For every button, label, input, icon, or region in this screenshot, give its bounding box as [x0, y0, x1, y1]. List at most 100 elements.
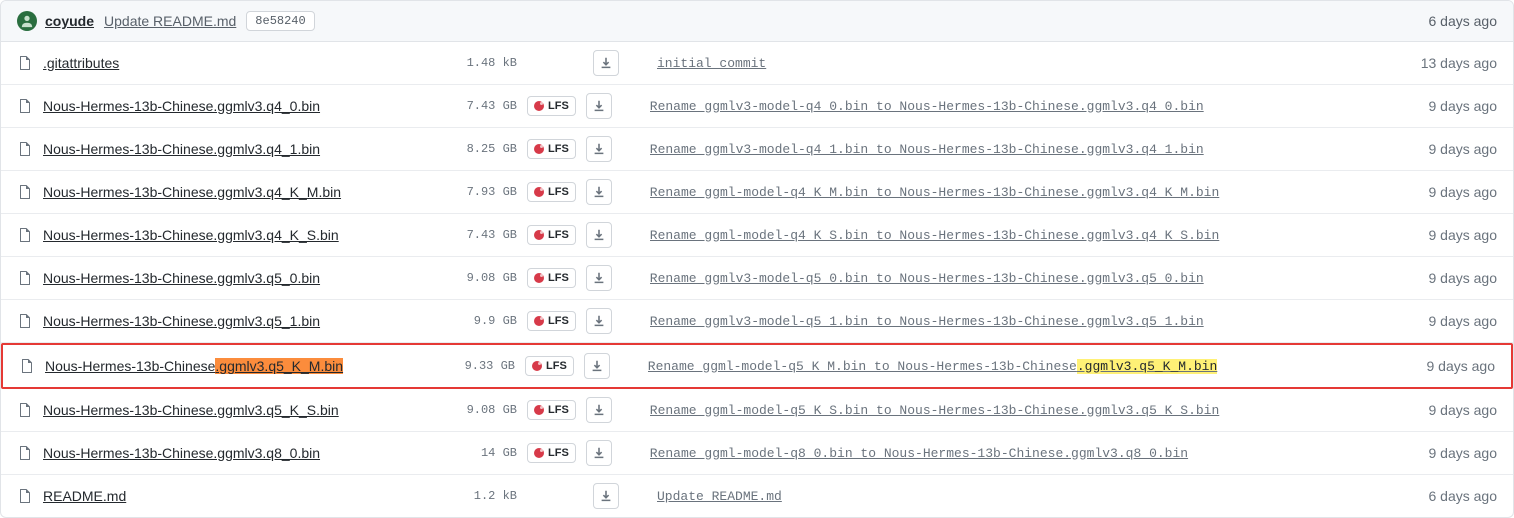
- file-size: 1.2 kB: [447, 489, 517, 503]
- file-link[interactable]: Nous-Hermes-13b-Chinese.ggmlv3.q4_K_M.bi…: [43, 184, 341, 200]
- file-link[interactable]: Nous-Hermes-13b-Chinese.ggmlv3.q4_0.bin: [43, 98, 320, 114]
- file-link[interactable]: README.md: [43, 488, 126, 504]
- download-icon: [592, 228, 606, 242]
- lfs-badge[interactable]: LFS: [527, 268, 576, 288]
- lfs-badge[interactable]: LFS: [527, 225, 576, 245]
- file-row: Nous-Hermes-13b-Chinese.ggmlv3.q5_1.bin 9…: [1, 300, 1513, 343]
- file-size: 14 GB: [447, 446, 517, 460]
- file-left-group: Nous-Hermes-13b-Chinese.ggmlv3.q5_1.bin: [17, 313, 447, 329]
- download-button[interactable]: [586, 136, 612, 162]
- download-icon: [592, 446, 606, 460]
- lfs-label: LFS: [548, 229, 569, 241]
- file-row: Nous-Hermes-13b-Chinese.ggmlv3.q5_K_S.bi…: [1, 389, 1513, 432]
- file-left-group: README.md: [17, 488, 447, 504]
- file-row: Nous-Hermes-13b-Chinese.ggmlv3.q5_0.bin9…: [1, 257, 1513, 300]
- file-row: Nous-Hermes-13b-Chinese.ggmlv3.q4_K_S.bi…: [1, 214, 1513, 257]
- file-time: 9 days ago: [1429, 227, 1498, 243]
- file-icon: [17, 402, 33, 418]
- download-icon: [590, 359, 604, 373]
- download-icon: [592, 142, 606, 156]
- commit-message[interactable]: Rename ggmlv3-model-q4_0.bin to Nous-Her…: [650, 99, 1413, 114]
- lfs-dot-icon: [534, 448, 544, 458]
- file-link[interactable]: Nous-Hermes-13b-Chinese.ggmlv3.q8_0.bin: [43, 445, 320, 461]
- lfs-label: LFS: [546, 360, 567, 372]
- commit-title[interactable]: Update README.md: [104, 13, 236, 29]
- download-button[interactable]: [586, 222, 612, 248]
- file-icon: [17, 55, 33, 71]
- commit-message[interactable]: Rename ggml-model-q5_K_S.bin to Nous-Her…: [650, 403, 1413, 418]
- file-row: .gitattributes1.48 kBinitial commit13 da…: [1, 42, 1513, 85]
- file-link[interactable]: Nous-Hermes-13b-Chinese.ggmlv3.q5_0.bin: [43, 270, 320, 286]
- commit-message[interactable]: Rename ggmlv3-model-q5_0.bin to Nous-Her…: [650, 271, 1413, 286]
- file-left-group: Nous-Hermes-13b-Chinese.ggmlv3.q4_K_M.bi…: [17, 184, 447, 200]
- file-time: 13 days ago: [1421, 55, 1497, 71]
- commit-message-highlight: .ggmlv3.q5_K_M.bin: [1077, 359, 1217, 374]
- file-icon: [17, 488, 33, 504]
- file-left-group: Nous-Hermes-13b-Chinese.ggmlv3.q5_0.bin: [17, 270, 447, 286]
- download-button[interactable]: [584, 353, 610, 379]
- author-avatar[interactable]: [17, 11, 37, 31]
- lfs-label: LFS: [548, 315, 569, 327]
- lfs-label: LFS: [548, 143, 569, 155]
- download-button[interactable]: [586, 440, 612, 466]
- commit-message[interactable]: Rename ggmlv3-model-q4_1.bin to Nous-Her…: [650, 142, 1413, 157]
- file-size: 9.33 GB: [445, 359, 515, 373]
- download-button[interactable]: [586, 93, 612, 119]
- commit-message[interactable]: Rename ggml-model-q5_K_M.bin to Nous-Her…: [648, 359, 1411, 374]
- file-size: 8.25 GB: [447, 142, 517, 156]
- commit-message[interactable]: Rename ggml-model-q4_K_S.bin to Nous-Her…: [650, 228, 1413, 243]
- file-link[interactable]: Nous-Hermes-13b-Chinese.ggmlv3.q5_K_M.bi…: [45, 358, 343, 374]
- lfs-label: LFS: [548, 186, 569, 198]
- download-icon: [592, 403, 606, 417]
- commit-message[interactable]: Rename ggmlv3-model-q5_1.bin to Nous-Her…: [650, 314, 1413, 329]
- commit-hash[interactable]: 8e58240: [246, 11, 314, 31]
- file-time: 9 days ago: [1429, 98, 1498, 114]
- lfs-badge[interactable]: LFS: [527, 443, 576, 463]
- download-icon: [599, 56, 613, 70]
- file-icon: [17, 227, 33, 243]
- file-row: README.md1.2 kBUpdate README.md6 days ag…: [1, 475, 1513, 517]
- lfs-badge[interactable]: LFS: [527, 400, 576, 420]
- lfs-badge[interactable]: LFS: [525, 356, 574, 376]
- download-button[interactable]: [586, 308, 612, 334]
- file-icon: [19, 358, 35, 374]
- commit-message[interactable]: Rename ggml-model-q4_K_M.bin to Nous-Her…: [650, 185, 1413, 200]
- download-button[interactable]: [593, 483, 619, 509]
- file-time: 9 days ago: [1429, 184, 1498, 200]
- filename-highlight: .ggmlv3.q5_K_M.bin: [215, 358, 343, 374]
- lfs-label: LFS: [548, 447, 569, 459]
- file-time: 9 days ago: [1427, 358, 1496, 374]
- file-list-container: coyude Update README.md 8e58240 6 days a…: [0, 0, 1514, 518]
- file-link[interactable]: Nous-Hermes-13b-Chinese.ggmlv3.q4_1.bin: [43, 141, 320, 157]
- download-icon: [592, 99, 606, 113]
- author-link[interactable]: coyude: [45, 13, 94, 29]
- file-link[interactable]: Nous-Hermes-13b-Chinese.ggmlv3.q5_K_S.bi…: [43, 402, 339, 418]
- lfs-badge[interactable]: LFS: [527, 139, 576, 159]
- file-link[interactable]: Nous-Hermes-13b-Chinese.ggmlv3.q5_1.bin: [43, 313, 320, 329]
- commit-message[interactable]: Rename ggml-model-q8_0.bin to Nous-Herme…: [650, 446, 1413, 461]
- download-button[interactable]: [593, 50, 619, 76]
- lfs-dot-icon: [534, 230, 544, 240]
- file-row: Nous-Hermes-13b-Chinese.ggmlv3.q5_K_M.bi…: [1, 343, 1513, 389]
- lfs-badge[interactable]: LFS: [527, 96, 576, 116]
- download-icon: [599, 489, 613, 503]
- file-size: 7.43 GB: [447, 99, 517, 113]
- file-row: Nous-Hermes-13b-Chinese.ggmlv3.q4_1.bin 8…: [1, 128, 1513, 171]
- download-icon: [592, 314, 606, 328]
- file-time: 9 days ago: [1429, 445, 1498, 461]
- commit-message[interactable]: initial commit: [657, 56, 1405, 71]
- file-time: 9 days ago: [1429, 141, 1498, 157]
- lfs-badge[interactable]: LFS: [527, 182, 576, 202]
- file-link[interactable]: Nous-Hermes-13b-Chinese.ggmlv3.q4_K_S.bi…: [43, 227, 339, 243]
- commit-message[interactable]: Update README.md: [657, 489, 1413, 504]
- file-size: 7.43 GB: [447, 228, 517, 242]
- file-link[interactable]: .gitattributes: [43, 55, 119, 71]
- download-button[interactable]: [586, 179, 612, 205]
- commit-header: coyude Update README.md 8e58240 6 days a…: [1, 1, 1513, 42]
- download-button[interactable]: [586, 397, 612, 423]
- file-row: Nous-Hermes-13b-Chinese.ggmlv3.q4_0.bin 7…: [1, 85, 1513, 128]
- file-size: 9.9 GB: [447, 314, 517, 328]
- lfs-badge[interactable]: LFS: [527, 311, 576, 331]
- file-left-group: Nous-Hermes-13b-Chinese.ggmlv3.q5_K_M.bi…: [19, 358, 445, 374]
- download-button[interactable]: [586, 265, 612, 291]
